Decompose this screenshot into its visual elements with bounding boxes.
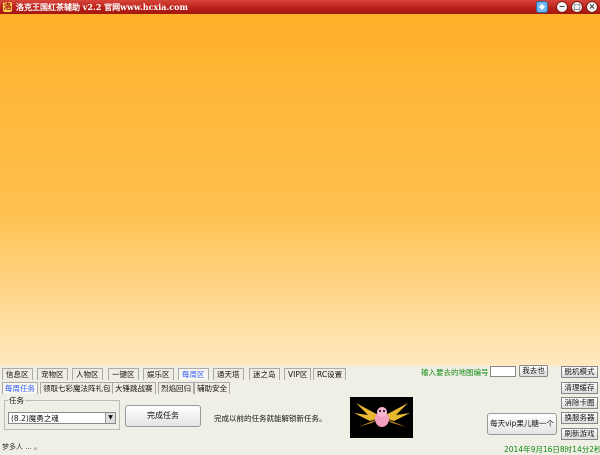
app-icon: 洛 — [3, 2, 12, 12]
tab-tower[interactable]: 通天塔 — [213, 368, 244, 380]
tab-rc-settings[interactable]: RC设置 — [313, 368, 347, 380]
pet-thumbnail — [350, 397, 413, 438]
subtab-weekly-tasks[interactable]: 每周任务 — [2, 382, 38, 394]
task-select-value: (8.2)魔勇之魂 — [11, 414, 59, 423]
subtab-flame-return[interactable]: 烈焰回归 — [158, 382, 194, 394]
offline-mode-button[interactable]: 脱机模式 — [561, 366, 598, 378]
pet-thumbnail-art — [350, 397, 413, 438]
title-bar: 洛 洛克王国红茶辅助 v2.2 官网www.hcxia.com ◆ − □ × — [0, 0, 600, 14]
status-text: 梦多人 ... 。 — [2, 443, 42, 451]
window-title: 洛克王国红茶辅助 v2.2 官网www.hcxia.com — [16, 2, 188, 12]
subtab-magic-array-gift[interactable]: 领取七彩魔法阵礼包 — [40, 382, 114, 394]
tab-vip[interactable]: VIP区 — [284, 368, 312, 380]
task-info-text: 完成以前的任务就能解锁新任务。 — [214, 414, 327, 423]
tab-pet[interactable]: 宠物区 — [37, 368, 68, 380]
maximize-button[interactable]: □ — [571, 1, 583, 13]
task-select[interactable]: (8.2)魔勇之魂 ▼ — [8, 412, 116, 424]
tab-onekey[interactable]: 一键区 — [108, 368, 139, 380]
daily-vip-candy-button[interactable]: 每天vip果儿糖一个 — [487, 413, 557, 435]
tab-mystery-island[interactable]: 迷之岛 — [249, 368, 280, 380]
clear-cache-button[interactable]: 清理缓存 — [561, 382, 598, 394]
map-number-input[interactable] — [490, 366, 516, 377]
tab-entertainment[interactable]: 娱乐区 — [143, 368, 174, 380]
subtab-assist-security[interactable]: 辅助安全 — [194, 382, 230, 394]
chevron-down-icon[interactable]: ▼ — [105, 413, 115, 423]
minimize-button[interactable]: − — [556, 1, 568, 13]
map-number-label: 输入要去的地图编号 — [421, 368, 489, 377]
tab-character[interactable]: 人物区 — [72, 368, 103, 380]
change-server-button[interactable]: 换服务器 — [561, 412, 598, 424]
tab-weekly[interactable]: 每周区 — [178, 368, 209, 380]
skin-icon[interactable]: ◆ — [536, 1, 548, 13]
subtab-hammer-challenge[interactable]: 大锤跳战赛 — [112, 382, 156, 394]
game-view[interactable] — [0, 14, 600, 366]
close-button[interactable]: × — [586, 1, 598, 13]
refresh-game-button[interactable]: 刷新游戏 — [561, 428, 598, 440]
task-group-label: 任务 — [8, 395, 25, 406]
go-button[interactable]: 我去也 — [519, 365, 548, 377]
remove-lag-circle-button[interactable]: 消除卡圈 — [561, 397, 598, 409]
status-time: 2014年9月16日8时14分2秒 — [504, 445, 600, 454]
complete-task-button[interactable]: 完成任务 — [125, 405, 201, 427]
tab-info[interactable]: 信息区 — [2, 368, 33, 380]
